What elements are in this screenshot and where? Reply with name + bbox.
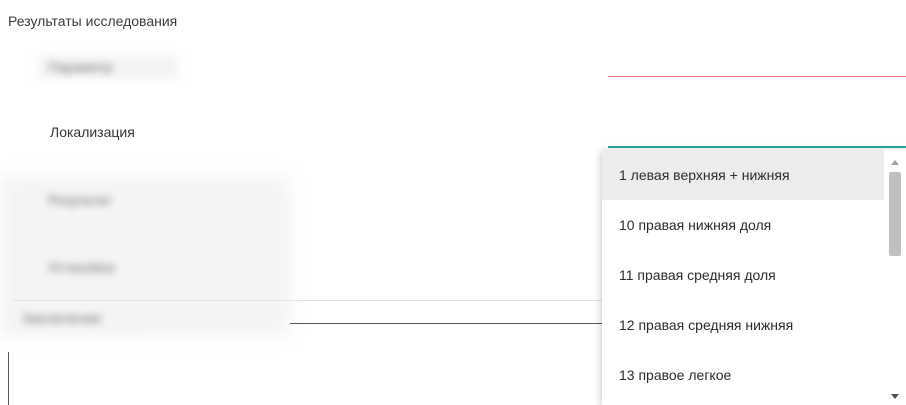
localization-dropdown[interactable]: 1 левая верхняя + нижняя 10 правая нижня… xyxy=(602,150,906,405)
blurred-field-label: Устано­вка xyxy=(38,255,178,279)
dropdown-scrollbar[interactable] xyxy=(884,150,906,405)
dropdown-option[interactable]: 13 правое легкое xyxy=(602,350,884,400)
scroll-down-icon[interactable] xyxy=(891,394,899,399)
localization-label: Локализация xyxy=(50,124,135,140)
dropdown-option[interactable]: 12 правая средняя нижняя xyxy=(602,300,884,350)
dropdown-list: 1 левая верхняя + нижняя 10 правая нижня… xyxy=(602,150,884,400)
localization-field-underline[interactable] xyxy=(608,146,906,148)
blurred-field-label: Параметр xyxy=(38,55,178,79)
dropdown-option[interactable]: 1 левая верхняя + нижняя xyxy=(602,150,884,200)
textarea-border[interactable] xyxy=(8,352,9,405)
dropdown-option[interactable]: 11 правая средняя доля xyxy=(602,250,884,300)
blurred-field-label: Результат xyxy=(38,188,178,212)
text-field-underline[interactable] xyxy=(290,323,602,324)
section-title: Результаты исследования xyxy=(8,13,178,29)
scroll-thumb[interactable] xyxy=(889,172,901,256)
divider xyxy=(12,300,602,301)
dropdown-option[interactable]: 10 правая нижняя доля xyxy=(602,200,884,250)
field-underline-error[interactable] xyxy=(608,76,906,77)
page: Результаты исследования Параметр Локализ… xyxy=(0,0,906,405)
scroll-up-icon[interactable] xyxy=(891,160,899,165)
blurred-field-label: Заключение xyxy=(12,306,142,330)
